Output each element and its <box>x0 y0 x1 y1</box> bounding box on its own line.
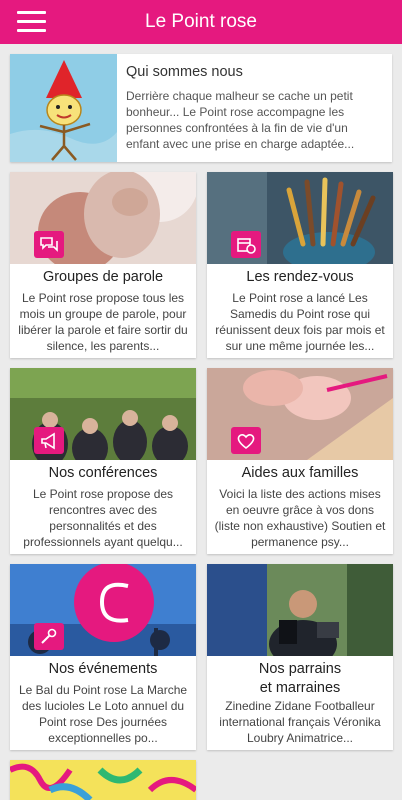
hero-title: Qui sommes nous <box>126 64 243 80</box>
tile-text: Le Point rose a lancé Les Samedis du Poi… <box>215 291 385 353</box>
card-qui-sommes-nous[interactable]: Qui sommes nous Derrière chaque malheur … <box>10 54 392 162</box>
microphone-icon <box>34 623 64 650</box>
app-title: Le Point rose <box>145 11 257 32</box>
handshake-heart-icon <box>231 427 261 454</box>
top-app-bar: Le Point rose <box>0 0 402 44</box>
megaphone-icon <box>34 427 64 454</box>
card-partial[interactable] <box>10 760 196 800</box>
tile-text: Le Point rose propose des rencontres ave… <box>23 487 183 549</box>
tile-title: Les rendez-vous <box>246 269 354 285</box>
tile-text: Le Bal du Point rose La Marche des lucio… <box>18 683 188 745</box>
tile-title: Nos parrains et marraines <box>258 661 342 696</box>
tile-title-two-lines: Nos parrains et marraines <box>207 660 393 698</box>
calendar-clock-icon <box>231 231 261 258</box>
card-nos-evenements[interactable]: Nos événements Le Bal du Point rose La M… <box>10 564 196 750</box>
tile-image-partial <box>10 760 196 800</box>
tile-image-parrains <box>207 564 393 656</box>
card-les-rendez-vous[interactable]: Les rendez-vous Le Point rose a lancé Le… <box>207 172 393 358</box>
tile-text: Zinedine Zidane Footballeur internationa… <box>219 699 381 745</box>
tile-text: Voici la liste des actions mises en oeuv… <box>214 487 386 549</box>
card-groupes-de-parole[interactable]: Groupes de parole Le Point rose propose … <box>10 172 196 358</box>
card-aides-aux-familles[interactable]: Aides aux familles Voici la liste des ac… <box>207 368 393 554</box>
tile-title: Nos conférences <box>48 465 158 481</box>
tile-title: Nos événements <box>48 661 158 677</box>
speech-bubbles-icon <box>34 231 64 258</box>
hero-text: Derrière chaque malheur se cache un peti… <box>126 89 355 151</box>
hero-drawing-image <box>10 54 117 162</box>
card-nos-conferences[interactable]: Nos conférences Le Point rose propose de… <box>10 368 196 554</box>
tile-title: Groupes de parole <box>42 269 164 285</box>
card-nos-parrains-et-marraines[interactable]: Nos parrains et marraines Zinedine Zidan… <box>207 564 393 750</box>
tile-text: Le Point rose propose tous les mois un g… <box>18 291 188 353</box>
tile-title: Aides aux familles <box>241 465 359 481</box>
